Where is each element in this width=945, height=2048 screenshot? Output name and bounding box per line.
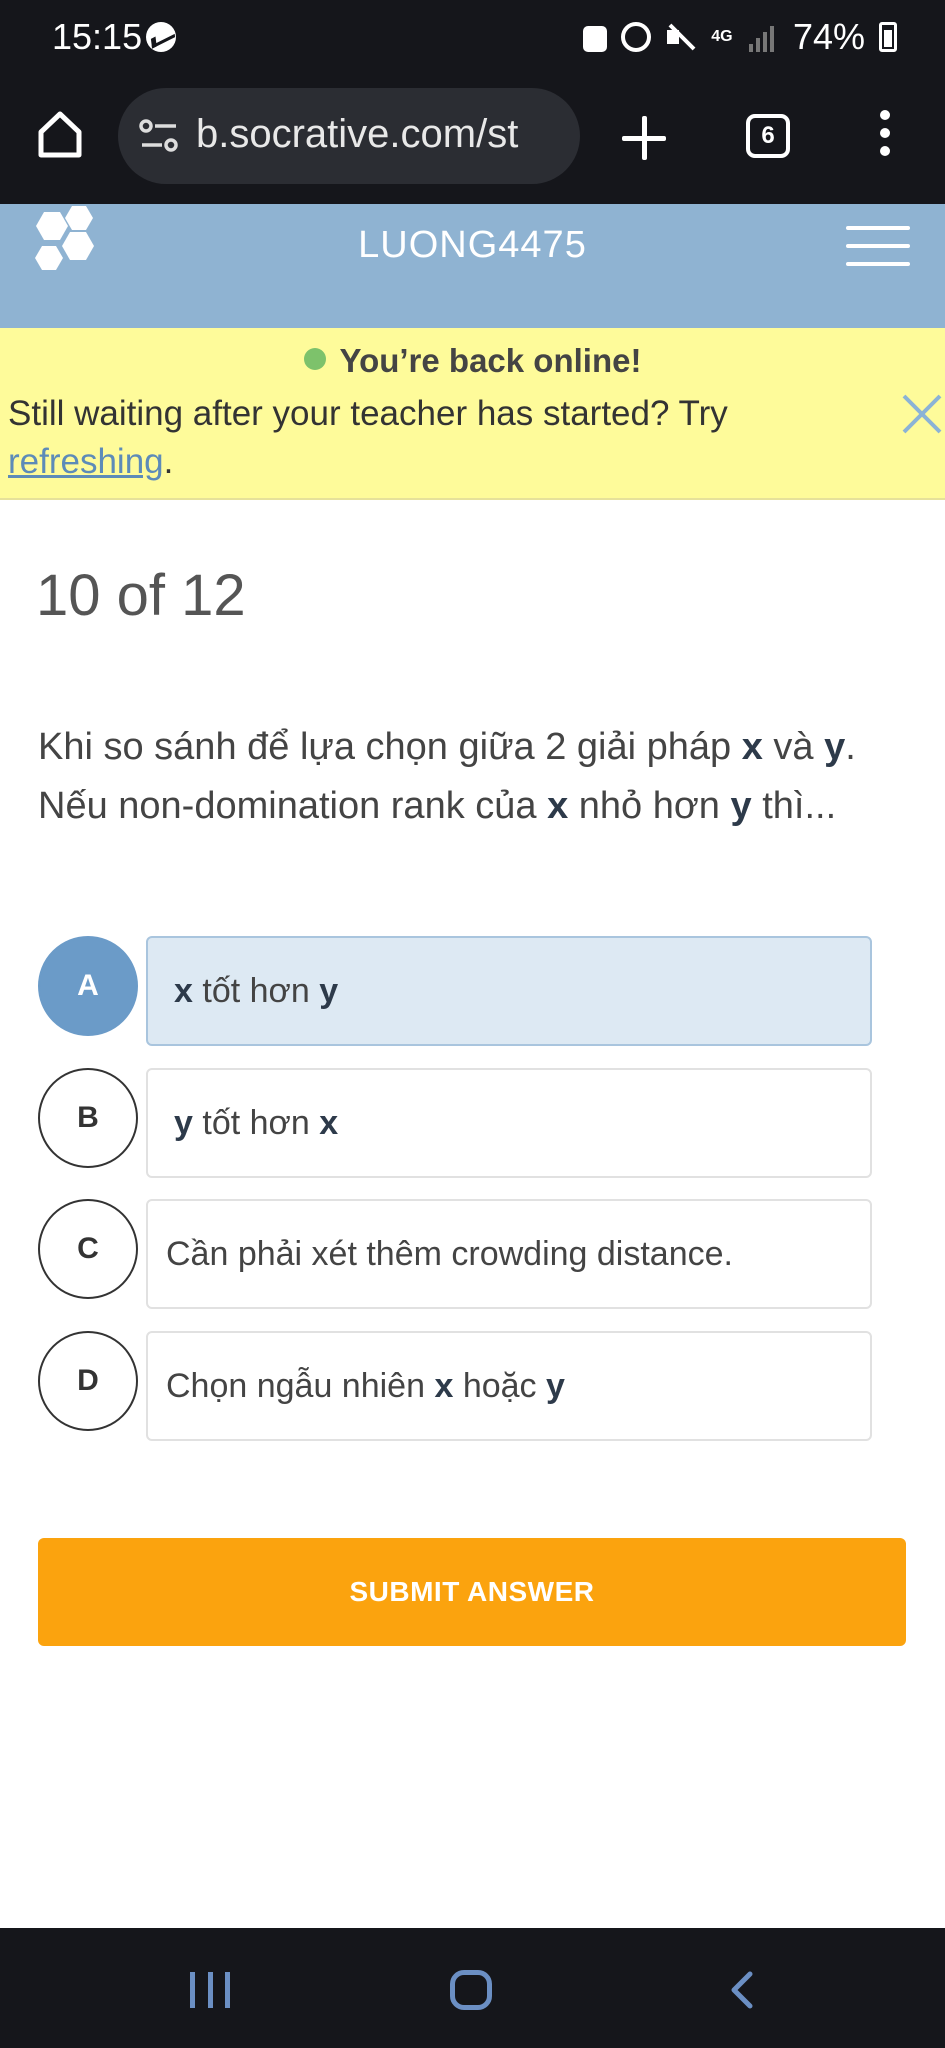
banner-message: Still waiting after your teacher has sta… <box>8 394 728 481</box>
refresh-link[interactable]: refreshing <box>8 442 164 481</box>
answer-choice-a[interactable]: A x tốt hơn y <box>38 936 874 1046</box>
status-bar: 15:15 4G 74% <box>0 0 945 72</box>
site-settings-icon[interactable] <box>138 116 180 156</box>
room-name: LUONG4475 <box>358 224 587 266</box>
hamburger-menu-icon[interactable] <box>846 226 910 270</box>
messenger-icon <box>146 22 176 52</box>
question-progress: 10 of 12 <box>36 563 246 628</box>
signal-icon <box>748 22 779 52</box>
address-bar[interactable]: b.socrative.com/st <box>118 88 580 184</box>
choice-text[interactable]: y tốt hơn x <box>146 1068 872 1178</box>
question-text: Khi so sánh để lựa chọn giữa 2 giải pháp… <box>38 726 856 827</box>
browser-toolbar: b.socrative.com/st 6 <box>0 72 945 204</box>
choice-letter[interactable]: D <box>38 1331 138 1431</box>
choice-letter[interactable]: C <box>38 1199 138 1299</box>
choice-text[interactable]: x tốt hơn y <box>146 936 872 1046</box>
system-nav-bar <box>0 1928 945 2048</box>
network-type-icon: 4G <box>711 28 733 45</box>
more-options-icon[interactable] <box>878 110 892 164</box>
online-status-icon <box>303 348 326 370</box>
answer-choice-b[interactable]: B y tốt hơn x <box>38 1068 874 1178</box>
choice-letter[interactable]: B <box>38 1068 138 1168</box>
answer-choice-d[interactable]: D Chọn ngẫu nhiên x hoặc y <box>38 1331 874 1441</box>
recent-apps-icon[interactable] <box>190 1972 230 2008</box>
status-icons: 4G 74% <box>582 16 897 58</box>
choice-letter[interactable]: A <box>38 936 138 1036</box>
new-tab-icon[interactable] <box>622 116 666 160</box>
mute-icon <box>665 22 695 52</box>
back-icon[interactable] <box>722 1970 762 2010</box>
submit-answer-button[interactable]: SUBMIT ANSWER <box>38 1538 906 1646</box>
battery-percent: 74% <box>792 16 865 57</box>
alarm-icon <box>620 22 651 52</box>
tab-switcher-button[interactable]: 6 <box>746 114 790 158</box>
url-text: b.socrative.com/st <box>196 112 519 156</box>
choice-text[interactable]: Cần phải xét thêm crowding distance. <box>146 1199 872 1309</box>
banner-title: You’re back online! <box>0 342 945 380</box>
battery-icon <box>879 22 897 52</box>
choice-text[interactable]: Chọn ngẫu nhiên x hoặc y <box>146 1331 872 1441</box>
status-time: 15:15 <box>52 16 143 57</box>
close-icon[interactable] <box>900 392 944 436</box>
app-header: LUONG4475 <box>0 204 945 328</box>
home-icon[interactable] <box>36 108 84 160</box>
screen-lock-icon <box>582 26 607 52</box>
online-banner: You’re back online! Still waiting after … <box>0 328 945 500</box>
answer-choice-c[interactable]: C Cần phải xét thêm crowding distance. <box>38 1199 874 1309</box>
nav-home-icon[interactable] <box>450 1970 492 2010</box>
